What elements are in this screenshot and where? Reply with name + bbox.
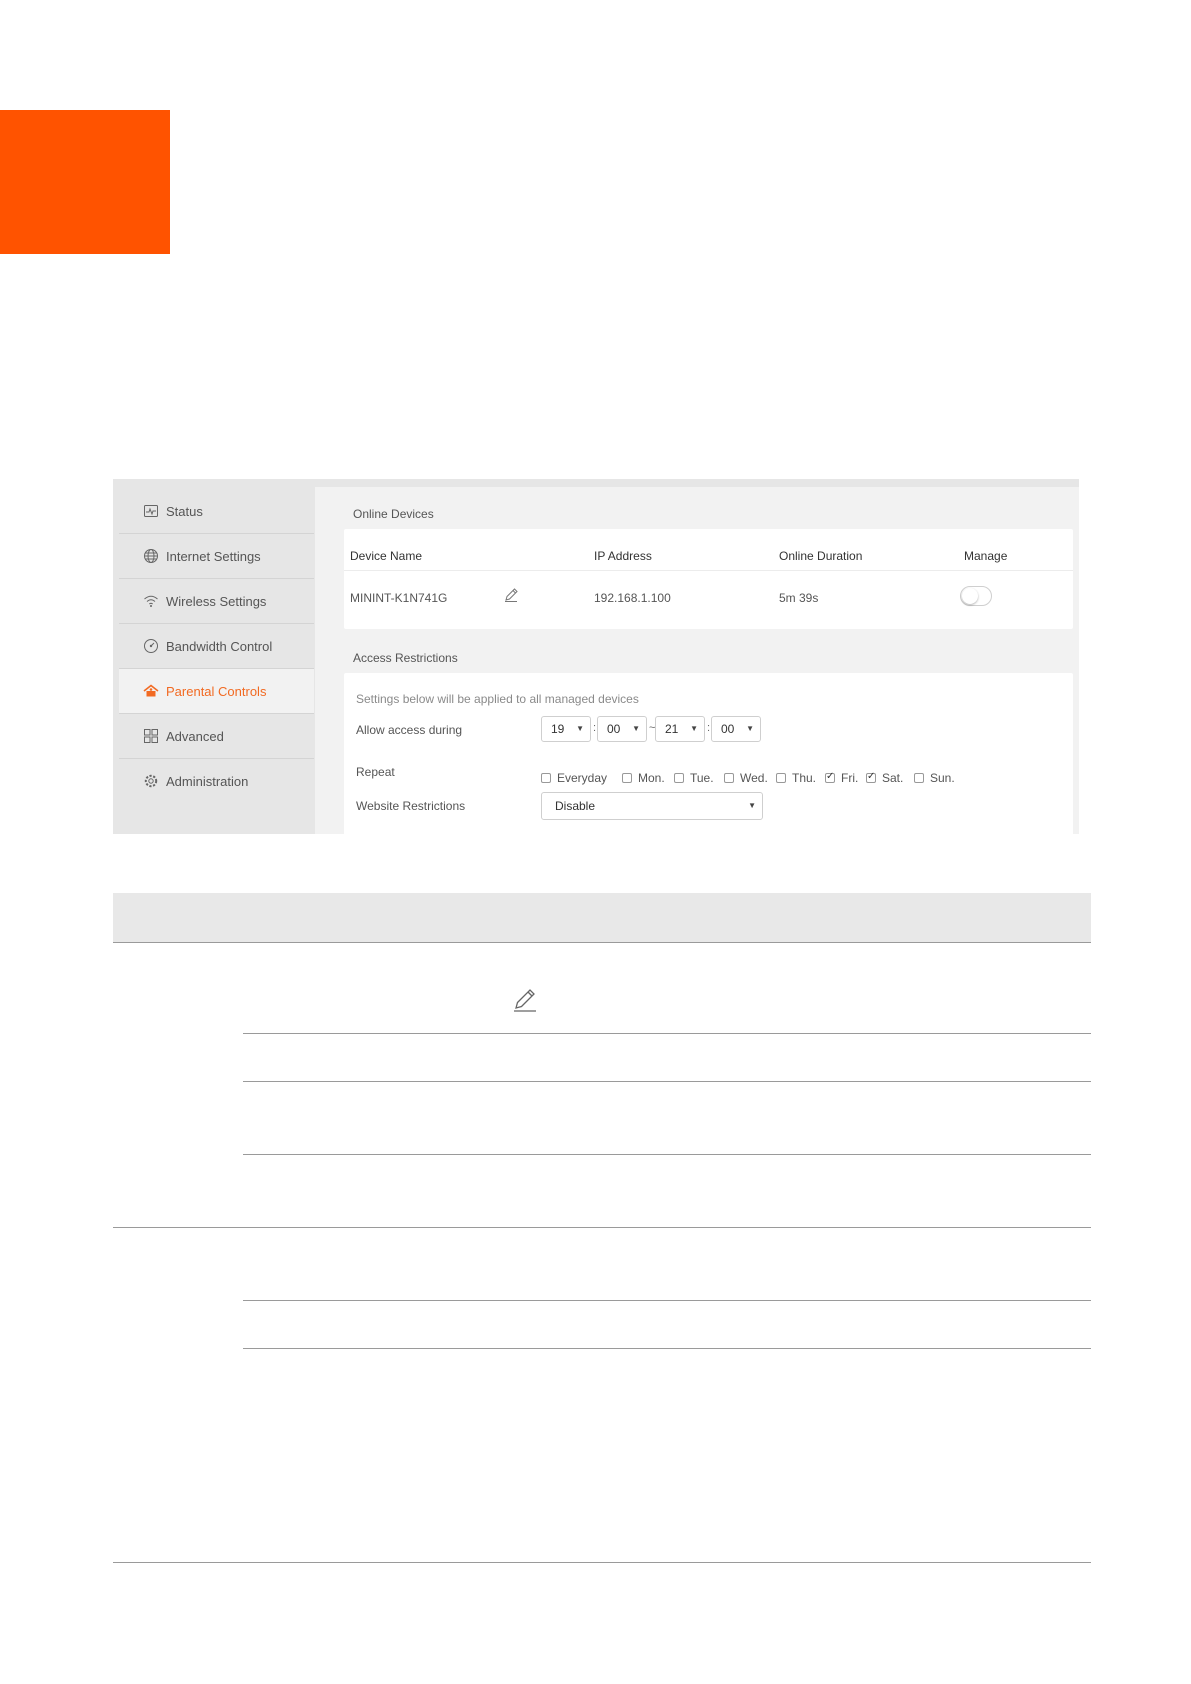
sidebar-item-status[interactable]: Status bbox=[119, 489, 314, 534]
table-section-border bbox=[113, 1227, 1091, 1228]
edit-device-name-icon[interactable] bbox=[503, 587, 519, 603]
day-checkbox-sat[interactable]: Sat. bbox=[866, 771, 903, 785]
sidebar: Status Internet Settings Wireless Settin… bbox=[119, 489, 314, 834]
chevron-down-icon: ▼ bbox=[576, 724, 584, 733]
website-restrictions-value: Disable bbox=[555, 799, 596, 813]
sidebar-item-wireless-settings[interactable]: Wireless Settings bbox=[119, 579, 314, 624]
checkbox-checked[interactable] bbox=[825, 771, 835, 783]
chevron-down-icon: ▼ bbox=[748, 801, 756, 810]
online-devices-card: Device Name IP Address Online Duration M… bbox=[344, 529, 1073, 629]
day-label: Wed. bbox=[740, 771, 768, 785]
website-restrictions-label: Website Restrictions bbox=[356, 799, 466, 813]
main-content: Online Devices Device Name IP Address On… bbox=[315, 487, 1079, 837]
end-minute-value: 00 bbox=[721, 722, 735, 736]
table-row-border bbox=[243, 1348, 1091, 1349]
start-minute-value: 00 bbox=[607, 722, 621, 736]
gear-icon bbox=[143, 773, 159, 789]
table-bottom-border bbox=[113, 1562, 1091, 1563]
time-separator: : bbox=[707, 722, 711, 734]
device-name-cell: MININT-K1N741G bbox=[350, 591, 448, 605]
day-label: Thu. bbox=[792, 771, 817, 785]
table-row-border bbox=[243, 1300, 1091, 1301]
checkbox[interactable] bbox=[622, 773, 632, 783]
sidebar-item-label: Advanced bbox=[166, 728, 224, 744]
table-row-border bbox=[243, 1081, 1091, 1082]
wifi-icon bbox=[143, 593, 159, 609]
column-header-ip-address: IP Address bbox=[594, 549, 652, 563]
chevron-down-icon: ▼ bbox=[632, 724, 640, 733]
day-label: Fri. bbox=[841, 771, 859, 785]
brand-color-block bbox=[0, 110, 170, 254]
chevron-down-icon: ▼ bbox=[690, 724, 698, 733]
sidebar-item-administration[interactable]: Administration bbox=[119, 759, 314, 803]
grid-icon bbox=[143, 728, 159, 744]
day-checkbox-tue[interactable]: Tue. bbox=[674, 771, 714, 785]
start-hour-select[interactable]: 19 ▼ bbox=[541, 716, 591, 742]
allow-access-label: Allow access during bbox=[356, 723, 463, 737]
start-hour-value: 19 bbox=[551, 722, 565, 736]
day-checkbox-sun[interactable]: Sun. bbox=[914, 771, 955, 785]
day-label: Sun. bbox=[930, 771, 955, 785]
checkbox[interactable] bbox=[776, 773, 786, 783]
website-restrictions-select[interactable]: Disable ▼ bbox=[541, 792, 763, 820]
table-header-border bbox=[113, 942, 1091, 943]
sidebar-item-advanced[interactable]: Advanced bbox=[119, 714, 314, 759]
access-restrictions-card: Settings below will be applied to all ma… bbox=[344, 673, 1073, 837]
sidebar-item-internet-settings[interactable]: Internet Settings bbox=[119, 534, 314, 579]
day-label: Tue. bbox=[690, 771, 714, 785]
globe-icon bbox=[143, 548, 159, 564]
day-checkbox-mon[interactable]: Mon. bbox=[622, 771, 665, 785]
end-minute-select[interactable]: 00 ▼ bbox=[711, 716, 761, 742]
checkbox[interactable] bbox=[914, 773, 924, 783]
access-restrictions-title: Access Restrictions bbox=[353, 651, 458, 665]
table-header-row bbox=[113, 893, 1091, 943]
column-header-online-duration: Online Duration bbox=[779, 549, 863, 563]
parental-controls-icon bbox=[143, 683, 159, 699]
day-checkbox-fri[interactable]: Fri. bbox=[825, 771, 858, 785]
gauge-icon bbox=[143, 638, 159, 654]
sidebar-item-parental-controls[interactable]: Parental Controls bbox=[119, 669, 314, 714]
day-checkbox-everyday[interactable]: Everyday bbox=[541, 771, 607, 785]
column-header-device-name: Device Name bbox=[350, 549, 423, 563]
day-label: Everyday bbox=[557, 771, 608, 785]
table-row-border bbox=[243, 1154, 1091, 1155]
checkbox[interactable] bbox=[541, 773, 551, 783]
table-row-border bbox=[243, 1033, 1091, 1034]
online-devices-title: Online Devices bbox=[353, 507, 434, 521]
sidebar-item-label: Bandwidth Control bbox=[166, 638, 273, 654]
day-checkbox-thu[interactable]: Thu. bbox=[776, 771, 816, 785]
checkbox[interactable] bbox=[674, 773, 684, 783]
column-header-manage: Manage bbox=[964, 549, 1008, 563]
sidebar-item-label: Status bbox=[166, 503, 203, 519]
chevron-down-icon: ▼ bbox=[746, 724, 754, 733]
sidebar-item-label: Wireless Settings bbox=[166, 593, 267, 609]
status-icon bbox=[143, 503, 159, 519]
end-hour-value: 21 bbox=[665, 722, 679, 736]
day-label: Mon. bbox=[638, 771, 665, 785]
day-label: Sat. bbox=[882, 771, 904, 785]
time-separator: : bbox=[593, 722, 597, 734]
table-divider bbox=[344, 570, 1073, 571]
edit-icon bbox=[512, 987, 538, 1013]
ip-address-cell: 192.168.1.100 bbox=[594, 591, 671, 605]
sidebar-item-label: Parental Controls bbox=[166, 683, 267, 699]
manage-toggle[interactable] bbox=[960, 586, 992, 606]
sidebar-item-bandwidth-control[interactable]: Bandwidth Control bbox=[119, 624, 314, 669]
day-checkbox-wed[interactable]: Wed. bbox=[724, 771, 768, 785]
online-duration-cell: 5m 39s bbox=[779, 591, 819, 605]
sidebar-item-label: Internet Settings bbox=[166, 548, 261, 564]
end-hour-select[interactable]: 21 ▼ bbox=[655, 716, 705, 742]
sidebar-item-label: Administration bbox=[166, 773, 249, 789]
router-web-ui-screenshot: Status Internet Settings Wireless Settin… bbox=[113, 479, 1079, 837]
settings-hint: Settings below will be applied to all ma… bbox=[356, 692, 639, 706]
checkbox[interactable] bbox=[724, 773, 734, 783]
repeat-label: Repeat bbox=[356, 765, 395, 779]
start-minute-select[interactable]: 00 ▼ bbox=[597, 716, 647, 742]
checkbox-checked[interactable] bbox=[866, 771, 876, 783]
